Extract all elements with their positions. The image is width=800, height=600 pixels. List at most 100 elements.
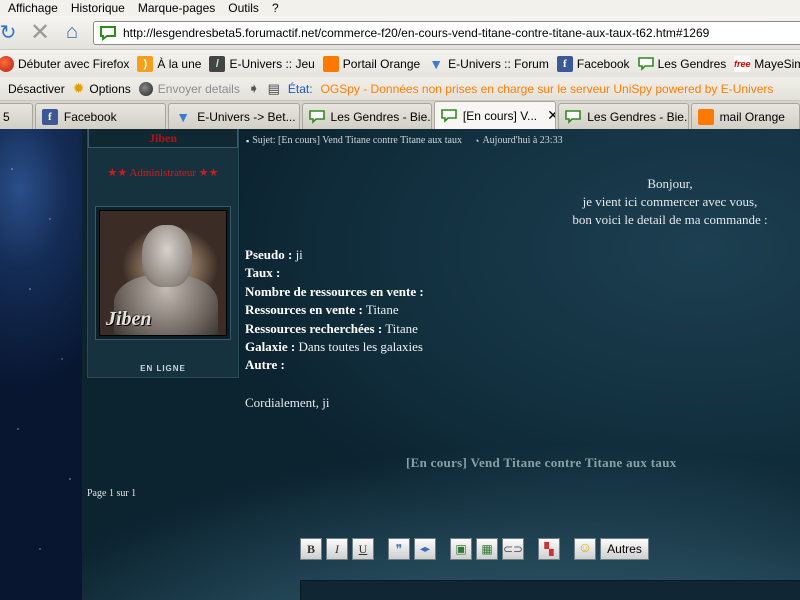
bookmark-les-gendres[interactable]: Les Gendres xyxy=(637,56,726,72)
gear-icon: ✹ xyxy=(72,80,85,96)
document-icon[interactable]: ▤ xyxy=(268,81,280,97)
code-icon: ◂▸ xyxy=(419,543,431,555)
e-univers-icon: / xyxy=(209,55,226,72)
menu-historique[interactable]: Historique xyxy=(71,1,125,15)
reload-icon[interactable]: ↻ xyxy=(0,19,22,47)
bookmarks-bar: Débuter avec Firefox ) À la une / E-Univ… xyxy=(0,50,800,77)
underline-button[interactable]: U xyxy=(352,538,374,560)
send-arrow-icon[interactable]: ➧ xyxy=(248,80,260,97)
bookmark-mayesim[interactable]: free MayeSim xyxy=(734,55,800,72)
video-button[interactable]: ▦ xyxy=(476,538,498,560)
smiley-button[interactable]: ☺ xyxy=(574,538,596,560)
image-button[interactable]: ▣ xyxy=(450,538,472,560)
forum-page: Jiben ★★ Administrateur ★★ Jiben EN LIGN… xyxy=(0,129,800,600)
facebook-icon: f xyxy=(556,55,573,72)
home-icon[interactable]: ⌂ xyxy=(58,19,86,47)
post-time: Aujourd'hui à 23:33 xyxy=(482,135,563,146)
tab-label: [En cours] V... xyxy=(462,108,538,123)
clock-icon: ◔ xyxy=(474,135,480,146)
tab-label: Les Gendres - Bie... xyxy=(330,109,432,124)
video-icon: ▦ xyxy=(481,541,493,556)
post-greeting: Bonjour, je vient ici commercer avec vou… xyxy=(520,175,800,229)
bookmark-label: E-Univers :: Jeu xyxy=(229,56,315,71)
stop-icon[interactable]: ✕ xyxy=(26,19,54,47)
italic-button[interactable]: I xyxy=(326,538,348,560)
bookmark-e-univers-jeu[interactable]: / E-Univers :: Jeu xyxy=(209,55,315,72)
avatar[interactable]: Jiben xyxy=(99,210,227,336)
bold-button[interactable]: B xyxy=(300,538,322,560)
tab-e-univers[interactable]: ▼ E-Univers -> Bet... xyxy=(168,103,300,129)
menu-help[interactable]: ? xyxy=(272,1,279,15)
facebook-icon: f xyxy=(41,108,58,125)
color-button[interactable]: ▚ xyxy=(538,538,560,560)
tab-partial[interactable]: 5 xyxy=(0,103,33,129)
greeting-line: je vient ici commercer avec vous, xyxy=(582,194,758,209)
tab-les-gendres-2[interactable]: Les Gendres - Bie... xyxy=(558,103,689,129)
link-button[interactable]: ⊂⊃ xyxy=(502,538,524,560)
field-galaxie: Galaxie : Dans toutes les galaxies xyxy=(245,339,423,354)
code-button[interactable]: ◂▸ xyxy=(414,538,436,560)
greeting-line: bon voici le detail de ma commande : xyxy=(572,212,768,227)
others-button[interactable]: Autres xyxy=(600,538,649,560)
author-name-box: Jiben xyxy=(88,129,238,148)
rss-icon: ) xyxy=(137,55,154,72)
color-palette-icon: ▚ xyxy=(544,541,554,556)
disable-button[interactable]: Désactiver xyxy=(8,82,65,96)
pagination-info: Page 1 sur 1 xyxy=(87,488,137,499)
tab-label: Les Gendres - Bie... xyxy=(587,109,689,124)
author-rank: ★★ Administrateur ★★ xyxy=(107,167,219,179)
bookmark-debuter-firefox[interactable]: Débuter avec Firefox xyxy=(0,55,129,72)
tab-mail-orange[interactable]: mail Orange xyxy=(690,103,800,129)
free-icon: free xyxy=(734,55,751,72)
les-gendres-icon xyxy=(441,108,457,124)
globe-icon xyxy=(138,81,153,96)
menu-outils[interactable]: Outils xyxy=(228,1,259,15)
firefox-icon xyxy=(0,55,14,72)
bookmark-a-la-une[interactable]: ) À la une xyxy=(137,55,202,72)
e-univers-forum-icon: ▼ xyxy=(429,55,444,72)
bookmark-label: Portail Orange xyxy=(342,56,421,71)
tab-label: Facebook xyxy=(63,109,117,124)
quote-icon: ❞ xyxy=(395,541,403,556)
post-subject: Sujet: [En cours] Vend Titane contre Tit… xyxy=(252,135,462,146)
field-ressources-recherchees: Ressources recherchées : Titane xyxy=(245,321,418,336)
extension-toolbar: Désactiver ✹ Options Envoyer details ➧ ▤… xyxy=(0,77,800,101)
tab-les-gendres-1[interactable]: Les Gendres - Bie... xyxy=(301,103,432,129)
author-name[interactable]: Jiben xyxy=(149,131,177,146)
url-text: http://lesgendresbeta5.forumactif.net/co… xyxy=(123,26,710,40)
online-status: EN LIGNE xyxy=(140,364,186,373)
tab-label: 5 xyxy=(3,109,10,124)
avatar-label: Jiben xyxy=(106,308,152,330)
field-ressources-vente: Ressources en vente : Titane xyxy=(245,302,399,317)
bookmark-label: E-Univers :: Forum xyxy=(448,56,549,71)
bookmark-e-univers-forum[interactable]: ▼ E-Univers :: Forum xyxy=(428,56,549,72)
link-icon: ⊂⊃ xyxy=(502,541,524,556)
state-label: État: xyxy=(287,81,313,96)
les-gendres-icon xyxy=(565,109,582,125)
quote-button[interactable]: ❞ xyxy=(388,538,410,560)
smiley-icon: ☺ xyxy=(577,541,593,556)
bookmark-label: MayeSim xyxy=(754,56,800,71)
close-icon[interactable]: ✕ xyxy=(547,107,555,124)
send-details-button[interactable]: Envoyer details xyxy=(138,81,240,96)
topic-title[interactable]: [En cours] Vend Titane contre Titane aux… xyxy=(406,455,677,471)
image-icon: ▣ xyxy=(455,541,467,556)
bookmark-label: À la une xyxy=(157,56,202,71)
menu-marque-pages[interactable]: Marque-pages xyxy=(138,1,215,15)
post-icon: ▪ xyxy=(246,135,250,146)
editor-toolbar: B I U ❞ ◂▸ ▣ ▦ ⊂⊃ ▚ ☺ Autres xyxy=(300,538,649,560)
reply-textarea[interactable] xyxy=(300,580,800,600)
menu-affichage[interactable]: Affichage xyxy=(8,1,58,15)
options-button[interactable]: ✹ Options xyxy=(73,80,131,97)
field-taux: Taux : xyxy=(245,265,281,280)
site-favicon-icon xyxy=(97,24,119,42)
tab-en-cours[interactable]: [En cours] V... ✕ xyxy=(433,101,557,129)
e-univers-forum-icon: ▼ xyxy=(176,108,191,125)
bookmark-facebook[interactable]: f Facebook xyxy=(556,55,630,72)
bookmark-portail-orange[interactable]: Portail Orange xyxy=(322,55,421,72)
url-bar[interactable]: http://lesgendresbeta5.forumactif.net/co… xyxy=(93,21,800,45)
field-nombre-ressources: Nombre de ressources en vente : xyxy=(245,284,424,299)
starfield-background xyxy=(0,129,82,600)
les-gendres-icon xyxy=(637,56,654,72)
tab-facebook[interactable]: f Facebook xyxy=(34,103,167,129)
